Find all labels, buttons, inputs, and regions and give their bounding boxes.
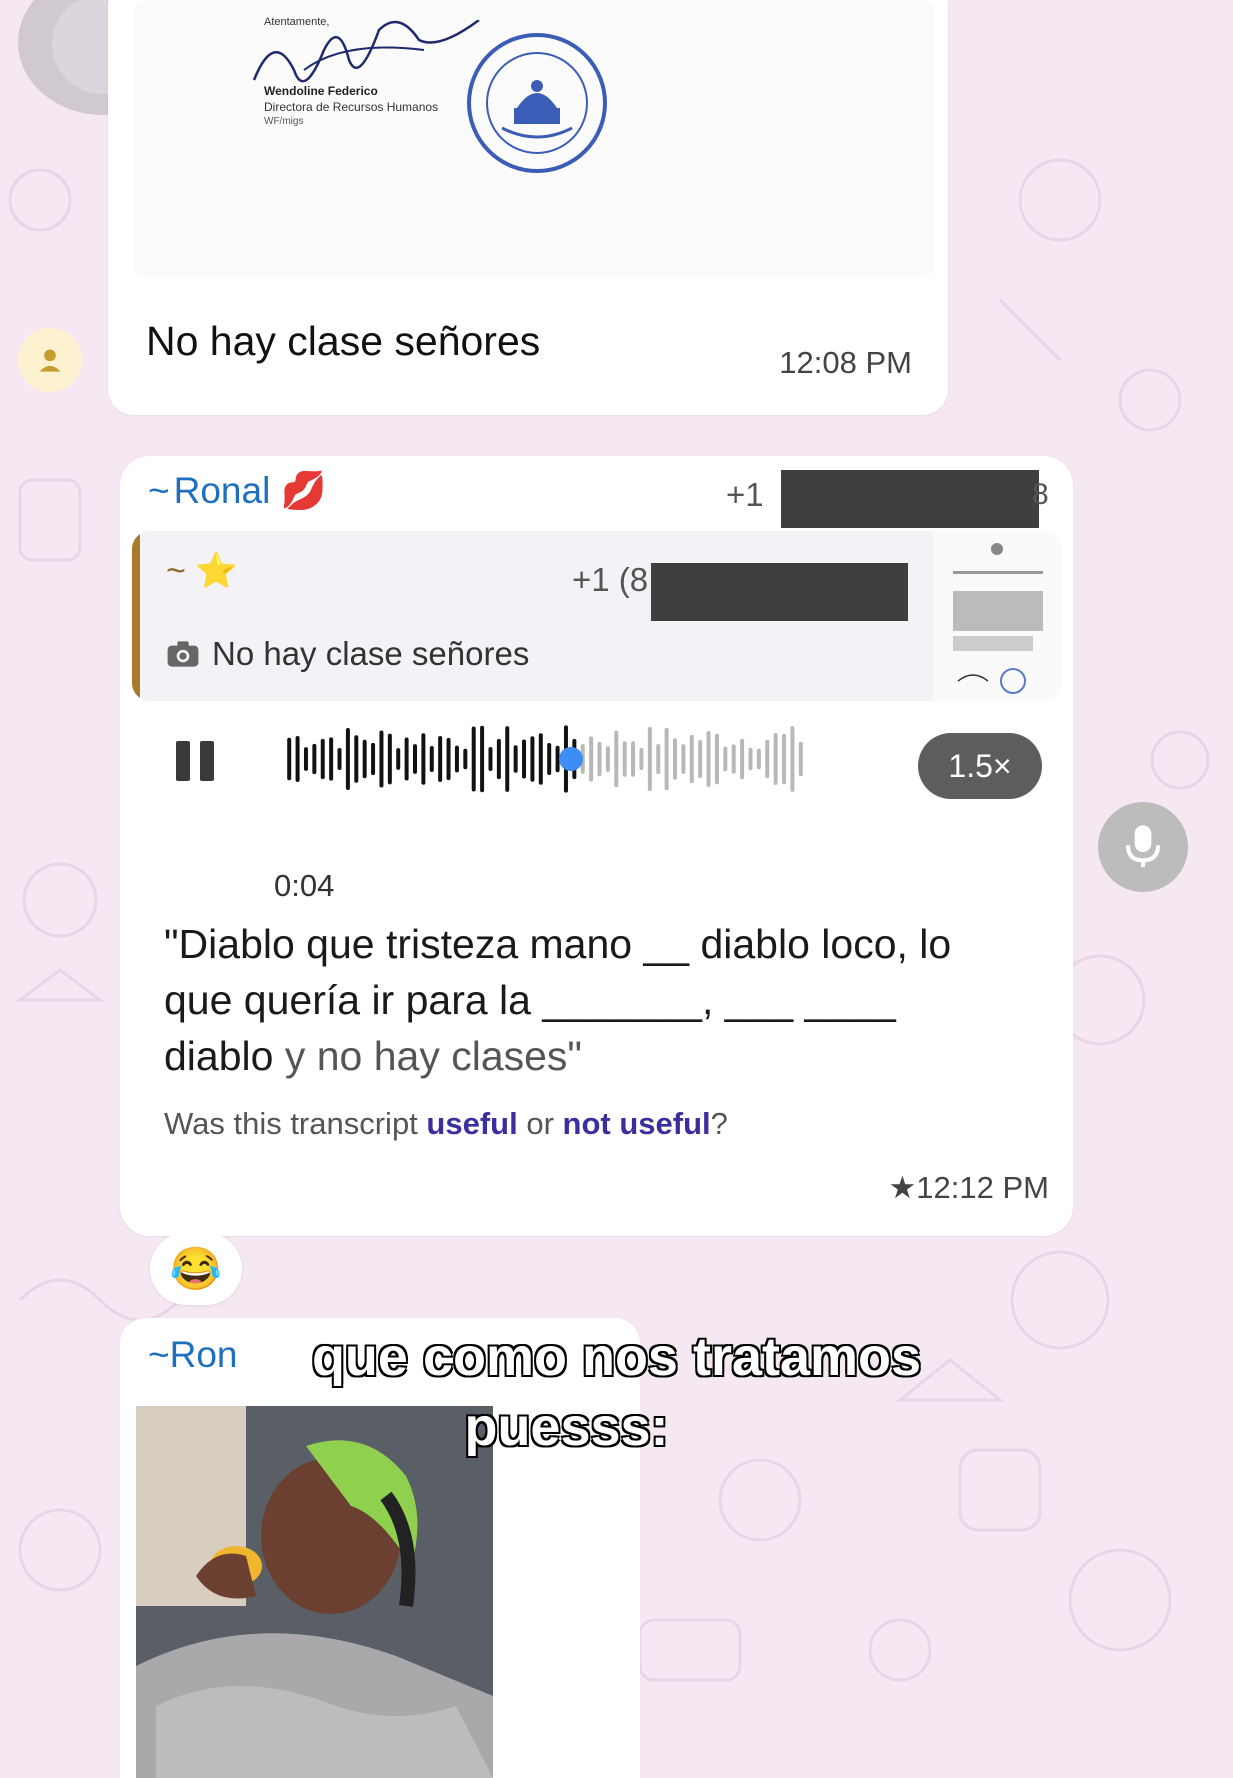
quote-bar xyxy=(132,531,140,701)
message-time: ★12:12 PM xyxy=(888,1170,1049,1205)
useful-link[interactable]: useful xyxy=(426,1106,517,1141)
voice-duration: 0:04 xyxy=(274,868,335,903)
document-preview[interactable]: Atentamente, Wendoline Federico Director… xyxy=(134,0,934,278)
sender-phone: +1 xyxy=(726,476,764,513)
redaction-box xyxy=(651,563,908,621)
kiss-emoji: 💋 xyxy=(280,470,327,511)
quoted-sender: ~ ⭐ xyxy=(166,552,238,590)
microphone-icon xyxy=(1126,825,1160,867)
person-icon xyxy=(39,349,61,372)
transcript-feedback: Was this transcript useful or not useful… xyxy=(164,1106,728,1141)
doc-signer-role: Directora de Recursos Humanos xyxy=(264,100,439,114)
camera-icon xyxy=(167,641,199,667)
redaction-box xyxy=(781,470,1039,528)
playback-scrubber xyxy=(559,747,583,771)
message-bubble-voice[interactable]: ~ Ronal 💋 +1 8 ~ ⭐ +1 (8 No hay clase señ… xyxy=(120,456,1073,1236)
voice-player: 1.5× xyxy=(120,711,1073,801)
transcribe-button[interactable] xyxy=(1098,802,1188,892)
voice-waveform[interactable] xyxy=(285,719,805,799)
sender-phone-tail: 8 xyxy=(1032,478,1049,511)
quoted-thumbnail xyxy=(933,531,1061,701)
quoted-phone: +1 (8 xyxy=(572,561,649,598)
doc-reference: WF/migs xyxy=(264,116,304,127)
message-text: No hay clase señores xyxy=(146,318,541,364)
voice-transcript: "Diablo que tristeza mano __ diablo loco… xyxy=(164,921,952,1079)
pause-button[interactable] xyxy=(176,741,222,781)
sender-avatar[interactable] xyxy=(18,328,82,392)
laughing-emoji: 😂 xyxy=(169,1244,223,1292)
message-reaction[interactable]: 😂 xyxy=(150,1233,242,1305)
ministry-seal xyxy=(467,33,607,173)
message-time: 12:08 PM xyxy=(779,345,912,380)
star-emoji: ⭐ xyxy=(195,552,238,590)
doc-signer-name: Wendoline Federico xyxy=(264,84,378,98)
playback-speed-button[interactable]: 1.5× xyxy=(918,733,1042,799)
video-caption-overlay: que como nos tratamos puesss: xyxy=(311,1326,922,1458)
quoted-message[interactable]: ~ ⭐ +1 (8 No hay clase señores xyxy=(132,531,1061,701)
quoted-text: No hay clase señores xyxy=(166,635,529,673)
message-bubble-document[interactable]: Atentamente, Wendoline Federico Director… xyxy=(108,0,948,415)
not-useful-link[interactable]: not useful xyxy=(563,1106,711,1141)
sender-name[interactable]: ~ Ronal 💋 xyxy=(148,470,327,513)
